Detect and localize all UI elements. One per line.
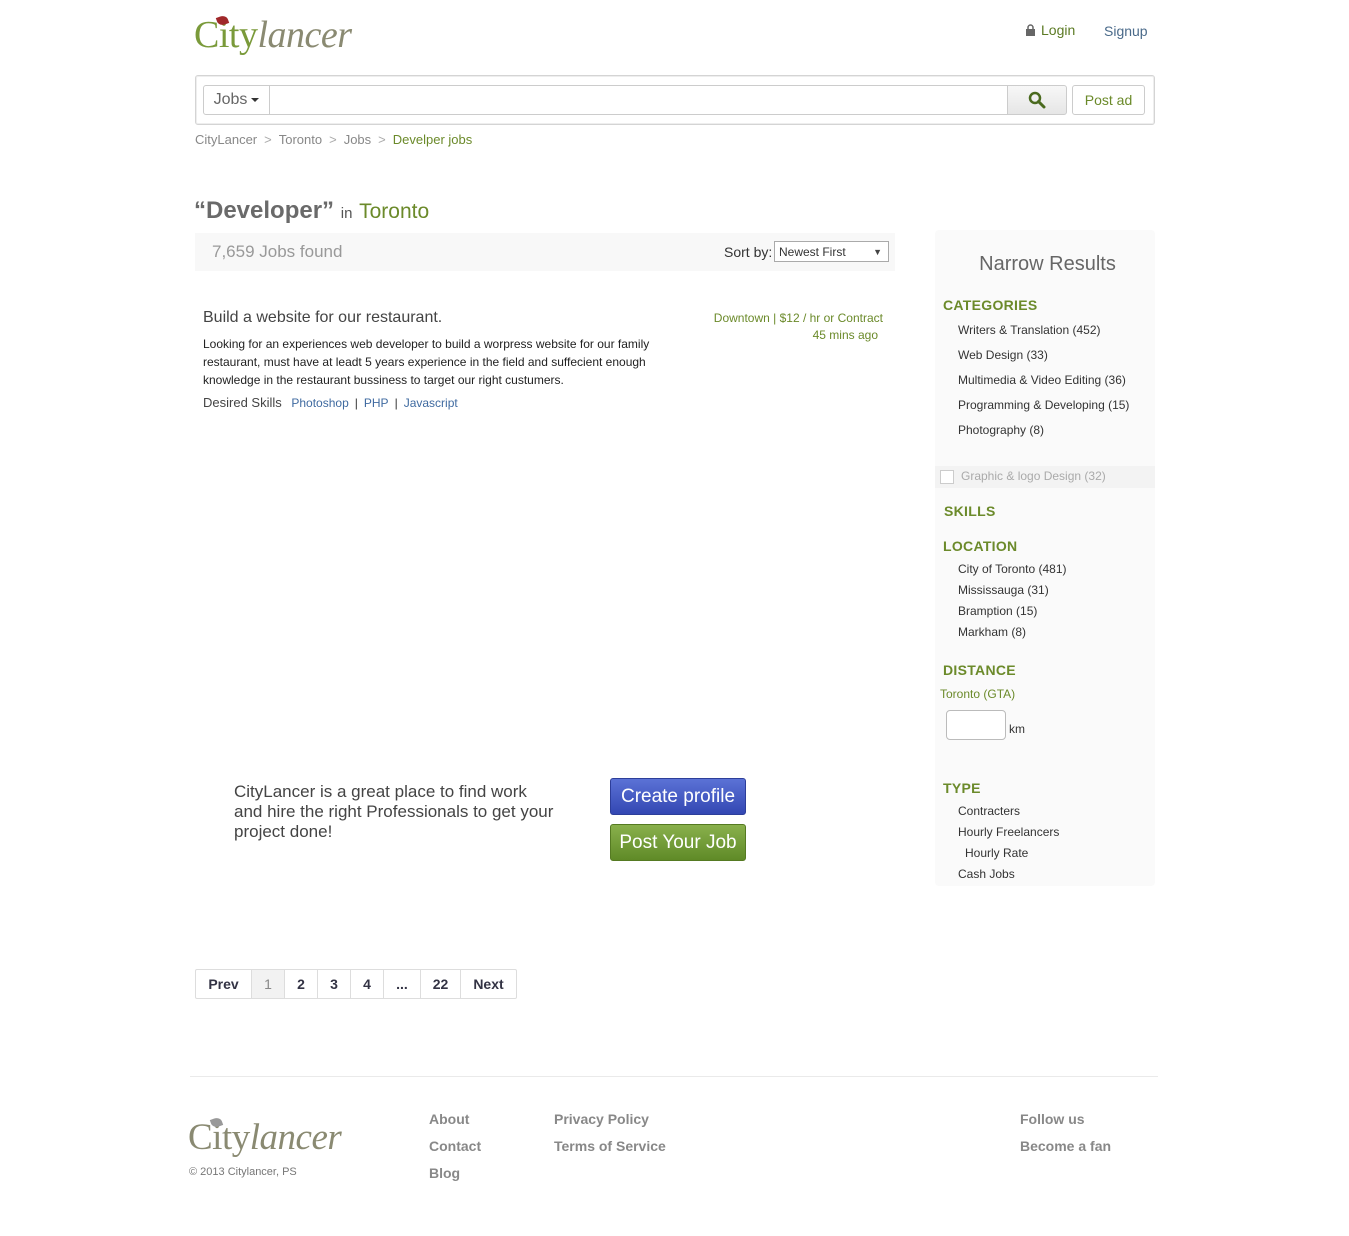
categories-heading: CATEGORIES <box>943 297 1038 313</box>
page-title: “Developer” in Toronto <box>194 197 429 225</box>
skills-heading[interactable]: SKILLS <box>944 503 996 519</box>
sort-label: Sort by: <box>724 244 773 260</box>
location-item[interactable]: Mississauga (31) <box>958 583 1049 597</box>
category-item[interactable]: Photography (8) <box>958 423 1044 437</box>
footer-privacy[interactable]: Privacy Policy <box>554 1111 649 1127</box>
category-item-disabled[interactable]: Graphic & logo Design (32) <box>961 469 1106 483</box>
job-meta: Downtown | $12 / hr or Contract 45 mins … <box>683 310 883 344</box>
category-item[interactable]: Web Design (33) <box>958 348 1048 362</box>
search-icon <box>1028 91 1046 109</box>
sort-value: Newest First <box>779 244 846 259</box>
results-count: 7,659 Jobs found <box>212 242 343 261</box>
logo-lancer: lancer <box>257 14 352 56</box>
create-profile-button[interactable]: Create profile <box>610 778 746 815</box>
type-item[interactable]: Hourly Rate <box>965 846 1028 860</box>
type-item[interactable]: Hourly Freelancers <box>958 825 1059 839</box>
pagination-prev[interactable]: Prev <box>196 970 252 998</box>
footer-blog[interactable]: Blog <box>429 1165 460 1181</box>
breadcrumb-current: Develper jobs <box>392 132 473 147</box>
sidebar-title: Narrow Results <box>979 253 1116 275</box>
type-item[interactable]: Cash Jobs <box>958 867 1015 881</box>
pagination-next[interactable]: Next <box>461 970 516 998</box>
job-location-rate: Downtown | $12 / hr or Contract <box>713 311 883 325</box>
query-text: “Developer” <box>194 197 335 224</box>
pagination-page[interactable]: 2 <box>285 970 318 998</box>
caret-down-icon <box>251 98 260 102</box>
pagination-page[interactable]: 4 <box>351 970 384 998</box>
category-item[interactable]: Writers & Translation (452) <box>958 323 1101 337</box>
type-item[interactable]: Contracters <box>958 804 1020 818</box>
location-item[interactable]: Bramption (15) <box>958 604 1037 618</box>
skill-tag[interactable]: Javascript <box>404 396 458 410</box>
city-text: Toronto <box>359 200 430 223</box>
footer-fan[interactable]: Become a fan <box>1020 1138 1111 1154</box>
pagination-page[interactable]: 1 <box>252 970 285 998</box>
distance-place[interactable]: Toronto (GTA) <box>940 687 1015 701</box>
sort-select[interactable]: Newest First ▼ <box>774 241 889 262</box>
breadcrumb-jobs[interactable]: Jobs <box>344 132 371 147</box>
promo-text: CityLancer is a great place to find work… <box>234 782 554 841</box>
skill-tag[interactable]: PHP <box>364 396 389 410</box>
lock-icon <box>1026 24 1035 36</box>
pagination: Prev 1 2 3 4 ... 22 Next <box>195 969 517 999</box>
breadcrumb-home[interactable]: CityLancer <box>195 132 257 147</box>
breadcrumb: CityLancer > Toronto > Jobs > Develper jobs <box>195 132 473 147</box>
pagination-page[interactable]: 22 <box>421 970 461 998</box>
pagination-ellipsis: ... <box>384 970 421 998</box>
category-checkbox[interactable] <box>940 470 954 484</box>
km-label: km <box>1009 722 1025 736</box>
search-button[interactable] <box>1007 85 1067 115</box>
search-input[interactable] <box>270 85 1008 115</box>
footer-divider <box>190 1076 1158 1077</box>
in-text: in <box>340 205 353 222</box>
location-heading: LOCATION <box>943 538 1018 554</box>
post-ad-button[interactable]: Post ad <box>1072 85 1145 115</box>
login-label: Login <box>1041 22 1076 38</box>
type-heading: TYPE <box>943 780 981 796</box>
post-job-button[interactable]: Post Your Job <box>610 824 746 861</box>
distance-heading: DISTANCE <box>943 662 1016 678</box>
category-dropdown[interactable]: Jobs <box>203 85 270 115</box>
footer-terms[interactable]: Terms of Service <box>554 1138 666 1154</box>
footer-logo-lancer: lancer <box>249 1117 342 1158</box>
login-link[interactable]: Login <box>1025 22 1075 38</box>
category-item[interactable]: Multimedia & Video Editing (36) <box>958 373 1126 387</box>
footer-about[interactable]: About <box>429 1111 469 1127</box>
category-item[interactable]: Programming & Developing (15) <box>958 398 1129 412</box>
distance-input[interactable] <box>946 710 1006 740</box>
dropdown-arrow-icon: ▼ <box>873 246 882 257</box>
footer-follow[interactable]: Follow us <box>1020 1111 1085 1127</box>
location-item[interactable]: Markham (8) <box>958 625 1026 639</box>
signup-link[interactable]: Signup <box>1104 23 1148 39</box>
skills-label: Desired Skills <box>203 395 282 410</box>
pagination-page[interactable]: 3 <box>318 970 351 998</box>
job-skills: Desired Skills Photoshop | PHP | Javascript <box>203 395 458 410</box>
job-posted-time: 45 mins ago <box>812 328 878 342</box>
category-dropdown-label: Jobs <box>213 91 248 108</box>
breadcrumb-city[interactable]: Toronto <box>279 132 322 147</box>
location-item[interactable]: City of Toronto (481) <box>958 562 1067 576</box>
copyright: © 2013 Citylancer, PS <box>189 1166 297 1178</box>
footer-contact[interactable]: Contact <box>429 1138 481 1154</box>
skill-tag[interactable]: Photoshop <box>291 396 348 410</box>
